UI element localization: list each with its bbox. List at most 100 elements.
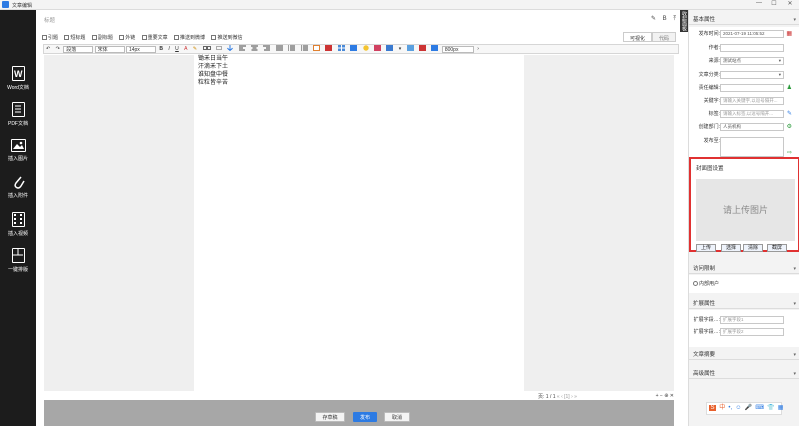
unlink-icon[interactable] [214, 45, 224, 53]
insert-attachment-tool[interactable]: 插入附件 [0, 174, 36, 199]
checkbox-push-wechat[interactable]: 推送到微信 [211, 35, 242, 41]
ime-keyboard-icon[interactable]: ⌨ [755, 405, 764, 411]
emoji-icon[interactable] [361, 45, 371, 53]
category-select[interactable] [720, 71, 784, 79]
one-click-layout-tool[interactable]: 一键排版 [0, 248, 36, 273]
ime-logo-icon[interactable]: S [709, 405, 717, 411]
checkbox-important[interactable]: 重要文章 [141, 35, 168, 41]
page-width-select[interactable]: 800px [441, 45, 474, 53]
format-painter-icon[interactable] [372, 45, 383, 53]
redo-icon[interactable]: ↷ [54, 45, 62, 53]
source-select[interactable]: 测试站点 [720, 57, 784, 65]
cover-image-placeholder[interactable]: 请上传图片 [696, 179, 795, 241]
cover-image-box: 封面图设置 请上传图片 上传 选择 清除 截屏 [689, 157, 799, 252]
publish-button[interactable]: 发布 [353, 412, 377, 422]
advanced-header[interactable]: 高级属性 ▾ [689, 369, 799, 379]
undo-icon[interactable]: ↶ [44, 45, 52, 53]
pin-icon[interactable]: ⤒ [673, 16, 676, 22]
zoom-controls[interactable]: + − ⊕ ✕ [656, 393, 674, 399]
paragraph-select[interactable]: 段落 [63, 45, 94, 53]
document-page[interactable]: 锄禾日当午 汗滴禾下土 谁知盘中餐 粒粒皆辛苦 [194, 55, 524, 391]
section-title: 访问限制 [693, 266, 716, 272]
location-pick-icon[interactable]: ⇨ [787, 149, 792, 156]
align-right-icon[interactable] [261, 45, 272, 53]
font-select[interactable]: 宋体 [94, 45, 125, 53]
dept-pick-icon[interactable]: ⚙ [787, 123, 792, 130]
anchor-icon[interactable] [225, 45, 235, 53]
access-header[interactable]: 访问限制 ▾ [689, 264, 799, 274]
dropdown-more-icon[interactable]: ▾ [397, 45, 404, 53]
cover-choose-button[interactable]: 选择 [721, 244, 741, 252]
ime-mode-icon[interactable]: 中 [719, 405, 725, 411]
field-label: 标签: [708, 111, 720, 117]
minimize-button[interactable]: — [752, 0, 766, 6]
ime-grid-icon[interactable]: ▦ [778, 405, 784, 411]
collapse-panel-tab[interactable]: 收起面板 [680, 10, 688, 32]
checkbox-short-title[interactable]: 短标题 [64, 35, 85, 41]
insert-image-tool[interactable]: 插入图片 [0, 139, 36, 162]
cover-upload-button[interactable]: 上传 [696, 244, 716, 252]
extend-field-2[interactable]: 扩展字段2 [720, 328, 784, 336]
author-field[interactable] [720, 44, 784, 52]
page-indicator: 页: 1 / 1 « ‹ [1] › » [538, 393, 577, 400]
link-icon[interactable] [201, 45, 213, 53]
table-insert-icon[interactable] [336, 45, 347, 53]
publish-time-field[interactable]: 2021-07-19 11:05:52 [720, 30, 784, 38]
video-insert-icon[interactable] [323, 45, 334, 53]
ime-voice-icon[interactable]: 🎤 [745, 405, 752, 411]
keywords-field[interactable]: 请输入关键字,以逗号隔开... [720, 97, 784, 105]
font-size-select[interactable]: 14px [125, 45, 156, 53]
ime-punct-icon[interactable]: •, [728, 405, 732, 411]
editor-field[interactable] [720, 84, 784, 92]
internal-user-option[interactable]: 内部用户 [693, 280, 719, 287]
cover-screenshot-button[interactable]: 截屏 [767, 244, 787, 252]
checkbox-external-link[interactable]: 外链 [119, 35, 135, 41]
print-icon[interactable] [417, 45, 428, 53]
align-center-icon[interactable] [249, 45, 260, 53]
italic-button[interactable]: I [166, 45, 171, 53]
save-draft-button[interactable]: 存草稿 [315, 412, 345, 422]
preview-icon[interactable] [384, 45, 395, 53]
checkbox-lead-title[interactable]: 引题 [42, 35, 58, 41]
basic-props-header[interactable]: 基本属性 ▾ [689, 15, 799, 25]
title-input[interactable]: 标题 [44, 16, 664, 26]
pen-icon[interactable]: ✎ [651, 16, 656, 22]
ime-emoji-icon[interactable]: ☺ [735, 405, 741, 411]
tab-visual[interactable]: 可视化 [622, 32, 652, 42]
toolbar-more-icon[interactable]: › [475, 45, 481, 53]
close-button[interactable]: ✕ [783, 0, 797, 7]
align-left-icon[interactable] [237, 45, 248, 53]
pdf-doc-tool[interactable]: PDF文档 [0, 102, 36, 127]
tab-code[interactable]: 代码 [651, 32, 676, 42]
fullscreen-icon[interactable] [429, 45, 440, 53]
bold-title-icon[interactable]: B [663, 16, 667, 22]
cancel-button[interactable]: 取消 [384, 412, 410, 422]
align-justify-icon[interactable] [274, 45, 285, 53]
bold-button[interactable]: B [157, 45, 165, 53]
unordered-list-icon[interactable] [299, 45, 310, 53]
image-insert-icon[interactable] [311, 45, 322, 53]
extend-header[interactable]: 扩展属性 ▾ [689, 299, 799, 309]
calendar-icon[interactable]: ▦ [786, 30, 792, 37]
ordered-list-icon[interactable] [286, 45, 297, 53]
attachment-insert-icon[interactable] [348, 45, 359, 53]
summary-header[interactable]: 文章摘要 ▾ [689, 350, 799, 360]
underline-button[interactable]: U [173, 45, 181, 53]
tags-row: 标签: 请输入标签,以逗号隔开... ✎ [689, 110, 799, 119]
checkbox-subtitle[interactable]: 副标题 [91, 35, 113, 41]
highlight-button[interactable]: ✎ [191, 45, 199, 53]
cover-clear-button[interactable]: 清除 [743, 244, 763, 252]
insert-video-tool[interactable]: 插入视频 [0, 212, 36, 237]
source-code-icon[interactable] [405, 45, 416, 53]
user-pick-icon[interactable]: ♟ [787, 84, 792, 91]
checkbox-push-weibo[interactable]: 推送到微博 [174, 35, 205, 41]
dept-field[interactable]: 人员机构 [720, 123, 784, 131]
font-color-button[interactable]: A [182, 45, 189, 53]
tag-icon[interactable]: ✎ [787, 110, 792, 117]
word-doc-tool[interactable]: W Word文档 [0, 66, 36, 91]
tags-field[interactable]: 请输入标签,以逗号隔开... [720, 110, 784, 118]
maximize-button[interactable]: ☐ [767, 0, 781, 7]
location-field[interactable] [720, 137, 784, 157]
extend-field-1[interactable]: 扩展字段1 [720, 316, 784, 324]
ime-skin-icon[interactable]: 👕 [767, 405, 774, 411]
